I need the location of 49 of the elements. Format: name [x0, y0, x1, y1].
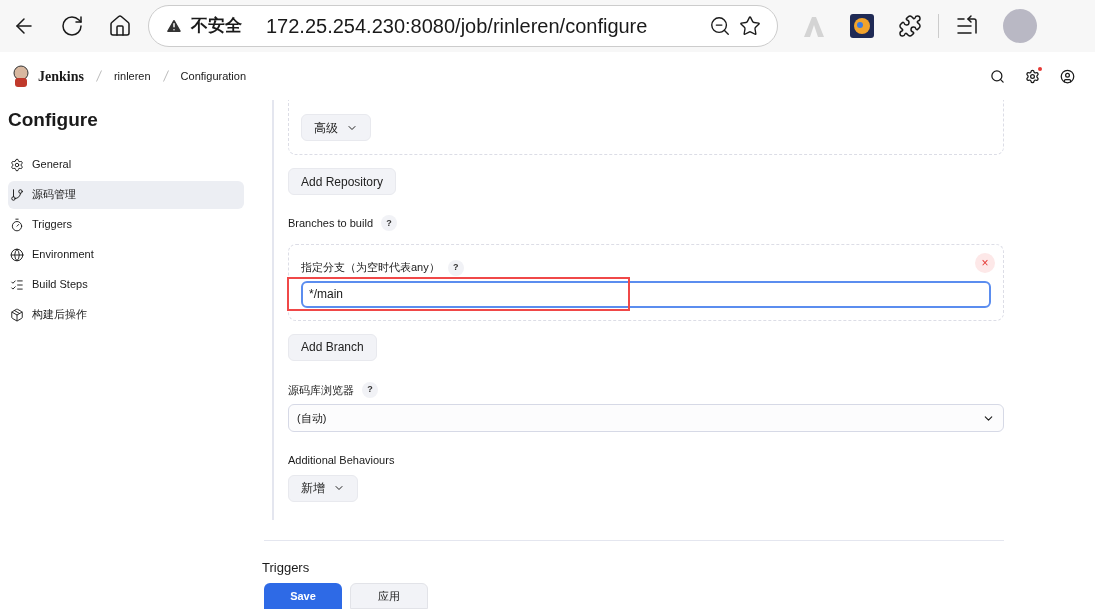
field-label: Branches to build: [288, 216, 373, 231]
settings-icon[interactable]: [1025, 68, 1040, 84]
branch-input[interactable]: */main: [301, 280, 991, 308]
sidebar-item[interactable]: General: [8, 150, 244, 179]
warning-icon: [165, 17, 183, 35]
add-repository-button[interactable]: Add Repository: [288, 168, 397, 195]
sidebar-item[interactable]: Build Steps: [8, 270, 244, 299]
breadcrumb-link[interactable]: rinleren: [113, 67, 151, 85]
apply-button[interactable]: 应用: [350, 583, 428, 609]
search-icon[interactable]: [990, 68, 1005, 84]
list-icon: [10, 277, 24, 292]
extension-icon[interactable]: [850, 14, 874, 38]
remove-button[interactable]: ×: [975, 252, 995, 273]
package-icon: [10, 307, 24, 322]
gear-icon: [10, 157, 24, 172]
help-button[interactable]: ?: [447, 259, 464, 276]
zoom-out-icon[interactable]: [709, 15, 731, 37]
jenkins-logo-icon: [12, 65, 30, 87]
field-label: 源码库浏览器: [288, 382, 354, 398]
section-heading: Triggers: [262, 560, 311, 575]
star-icon[interactable]: [739, 15, 761, 37]
add-branch-button[interactable]: Add Branch: [288, 333, 377, 361]
timer-icon: [10, 217, 24, 232]
address-bar[interactable]: 不安全 172.25.254.230:8080/job/rinleren/configure: [148, 5, 778, 47]
help-button[interactable]: ?: [381, 215, 397, 232]
browser-select[interactable]: (自动): [288, 404, 1004, 432]
add-button[interactable]: 新增: [288, 474, 358, 502]
user-icon[interactable]: [1060, 68, 1075, 84]
sidebar-item[interactable]: Triggers: [8, 210, 244, 239]
breadcrumb-link[interactable]: Configuration: [180, 67, 247, 85]
save-button[interactable]: Save: [264, 583, 342, 609]
sidebar-item[interactable]: 源码管理: [8, 180, 244, 209]
breadcrumb-separator-icon: [95, 70, 102, 82]
page-title: Configure: [8, 108, 99, 132]
brand-name[interactable]: Jenkins: [38, 65, 84, 87]
security-label: 不安全: [191, 15, 242, 38]
home-icon[interactable]: [108, 14, 132, 38]
branch-icon: [10, 187, 24, 202]
advanced-button[interactable]: 高级: [301, 114, 371, 141]
reload-icon[interactable]: [60, 14, 84, 38]
field-label: Additional Behaviours: [288, 453, 396, 468]
breadcrumb-separator-icon: [162, 70, 169, 82]
sidebar-item[interactable]: Environment: [8, 240, 244, 269]
url-text: 172.25.254.230:8080/job/rinleren/configure: [266, 14, 648, 39]
extensions-icon[interactable]: [898, 14, 922, 38]
help-button[interactable]: ?: [362, 381, 378, 398]
sidebar-item[interactable]: 构建后操作: [8, 300, 244, 329]
globe-icon: [10, 247, 24, 262]
field-label: 指定分支（为空时代表any）: [301, 260, 440, 276]
